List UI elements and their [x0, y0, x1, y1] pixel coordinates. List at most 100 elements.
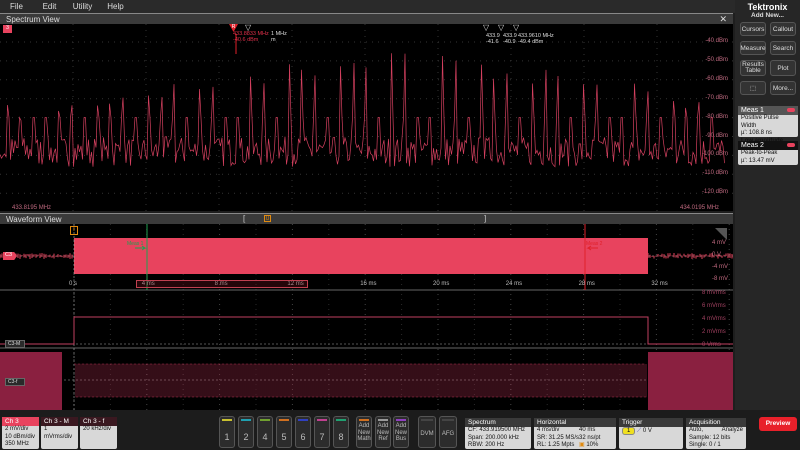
- channel-3-spectrum-tag[interactable]: 3: [3, 25, 12, 33]
- channel-4-button[interactable]: 4: [257, 416, 273, 448]
- zoom-window-overview[interactable]: [136, 280, 308, 288]
- spectrum-view-title: Spectrum View: [6, 15, 60, 24]
- meas1-type: Positive Pulse Width: [741, 115, 779, 129]
- more-button[interactable]: More...: [770, 81, 796, 95]
- meas1-badge[interactable]: Meas 1 Positive Pulse Width µ': 108.8 ns…: [738, 106, 798, 144]
- channel-1-button[interactable]: 1: [219, 416, 235, 448]
- marker-triangle-icon[interactable]: ▽: [513, 23, 519, 32]
- tektronix-logo: Tektronix: [747, 2, 788, 12]
- ch3-f-badge[interactable]: Ch 3 - f 20 kHz/div: [80, 417, 117, 449]
- spectrum-badge-title: Spectrum: [465, 418, 531, 427]
- dvm-button[interactable]: DVM: [418, 416, 436, 448]
- waveform-plot[interactable]: [0, 224, 733, 410]
- menu-file[interactable]: File: [0, 0, 33, 13]
- search-button[interactable]: Search: [770, 41, 796, 55]
- acquisition-badge[interactable]: Acquisition Auto, Analyze Sample: 12 bits…: [686, 418, 746, 449]
- meas2-label: Meas 2: [586, 241, 603, 247]
- ch3-f-noise-right: [648, 352, 733, 410]
- menu-bar: File Edit Utility Help: [0, 0, 800, 13]
- menu-utility[interactable]: Utility: [66, 0, 99, 13]
- trigger-position-icon: ▣: [579, 442, 585, 448]
- spectrum-y-tick: -110 dBm: [702, 170, 728, 177]
- add-new-ref-button[interactable]: Add New Ref: [375, 416, 391, 448]
- trigger-badge[interactable]: Trigger 1 ⟋ 0 V: [619, 418, 683, 449]
- menu-edit[interactable]: Edit: [33, 0, 66, 13]
- trigger-position: 10%: [586, 442, 599, 448]
- add-new-math-button[interactable]: Add New Math: [356, 416, 372, 448]
- waveform-view-titlebar: Waveform View: [0, 213, 733, 224]
- results-table-button[interactable]: Results Table: [740, 60, 766, 76]
- ch3-vscale: 2 mV/div: [5, 426, 29, 432]
- trigger-marker[interactable]: T: [70, 226, 78, 235]
- rbw: RBW: 200 Hz: [468, 442, 505, 448]
- math-m-tag[interactable]: C3-M: [5, 340, 25, 348]
- m-y-tick: 8 mVrms: [702, 290, 726, 296]
- zoom-bracket-left[interactable]: [: [243, 214, 245, 223]
- time-tick: 28 ms: [578, 281, 595, 287]
- m-y-tick: 6 mVrms: [702, 303, 726, 309]
- ch3-badge[interactable]: Ch 3 2 mV/div 10 dBm/div 350 MHz: [2, 417, 39, 449]
- menu-help[interactable]: Help: [99, 0, 132, 13]
- acquisition-title: Acquisition: [686, 418, 746, 427]
- marker-1-readout: 433.9 -41.6: [486, 33, 500, 45]
- cursors-button[interactable]: Cursors: [740, 22, 766, 36]
- ch3-dbm-scale: 10 dBm/div: [5, 433, 36, 440]
- channel-8-button[interactable]: 8: [333, 416, 349, 448]
- ch3-title: Ch 3: [2, 417, 39, 426]
- meas1-channel-indicator: [787, 108, 795, 112]
- callout-button[interactable]: Callout: [770, 22, 796, 36]
- spectrum-badge[interactable]: Spectrum CF: 433.919500 MHz Span: 200.00…: [465, 418, 531, 449]
- waveform-view-title: Waveform View: [6, 215, 62, 224]
- horizontal-badge[interactable]: Horizontal 4 ms/div 40 ms SR: 31.25 MS/s 3…: [534, 418, 616, 449]
- time-tick: 24 ms: [505, 281, 523, 287]
- afg-button[interactable]: AFG: [439, 416, 457, 448]
- channel-5-button[interactable]: 5: [276, 416, 292, 448]
- trigger-level: 0 V: [642, 428, 652, 434]
- right-panel: Tektronix Add New... Cursors Callout Mea…: [735, 0, 800, 410]
- marker-triangle-icon[interactable]: ▽: [245, 23, 251, 32]
- spectrum-view-titlebar: Spectrum View ✕: [0, 13, 733, 24]
- rising-edge-icon: ⟋: [637, 428, 642, 434]
- channel-7-button[interactable]: 7: [314, 416, 330, 448]
- ch3-m-scale: 1 mVrms/div: [44, 426, 73, 440]
- trigger-title: Trigger: [619, 418, 683, 427]
- meas2-badge[interactable]: Meas 2 Peak-to-Peak µ': 13.47 mV: [738, 141, 798, 165]
- ch3-bandwidth: 350 MHz: [5, 441, 30, 447]
- math-f-tag[interactable]: C3-f: [5, 378, 25, 386]
- channel-2-button[interactable]: 2: [238, 416, 254, 448]
- meas2-value: µ': 13.47 mV: [741, 157, 775, 164]
- horizontal-title: Horizontal: [534, 418, 616, 427]
- drag-zone-icon[interactable]: ⬚: [740, 81, 766, 95]
- channel-3-tag[interactable]: C3: [3, 252, 17, 260]
- ch3-f-title: Ch 3 - f: [80, 417, 117, 426]
- time-tick: 0 s: [69, 281, 78, 287]
- marker-2-readout: 433.9 -40.9: [503, 33, 517, 45]
- plot-button[interactable]: Plot: [770, 60, 796, 76]
- add-new-label: Add New...: [751, 12, 784, 19]
- spectrum-y-tick: -100 dBm: [701, 151, 728, 158]
- ch3-m-title: Ch 3 - M: [41, 417, 78, 426]
- add-new-bus-button[interactable]: Add New Bus: [393, 416, 409, 448]
- start-frequency: 433.8195 MHz: [12, 205, 52, 211]
- marker-triangle-icon[interactable]: ▽: [498, 23, 504, 32]
- marker-3-readout: 433.9610 MHz -49.4 dBm: [518, 33, 554, 45]
- zoom-bracket-right[interactable]: ]: [484, 214, 486, 223]
- spectrum-plot[interactable]: [0, 24, 733, 211]
- meas1-value: µ': 108.8 ns: [741, 130, 772, 136]
- marker-triangle-icon[interactable]: ▽: [483, 23, 489, 32]
- record-duration: 40 ms: [579, 427, 596, 433]
- measure-button[interactable]: Measure: [740, 41, 766, 55]
- sample-rate: SR: 31.25 MS/s: [537, 434, 580, 441]
- ch3-y-tick: 4 mV: [712, 240, 727, 246]
- marker-readout-extra: 1 MHz m: [271, 31, 287, 43]
- preview-button[interactable]: Preview: [759, 417, 797, 431]
- ch3-y-tick: -4 mV: [712, 264, 729, 270]
- trigger-position-icon[interactable]: U: [264, 215, 271, 222]
- meas1-label: Meas 1: [127, 241, 144, 247]
- reference-marker-readout: 433.8833 MHz -40.6 dBm: [233, 31, 269, 43]
- ch3-m-badge[interactable]: Ch 3 - M 1 mVrms/div: [41, 417, 78, 449]
- channel-6-button[interactable]: 6: [295, 416, 311, 448]
- trigger-source: 1: [622, 427, 636, 435]
- acquisition-mode: Auto,: [689, 427, 704, 433]
- ch3-y-tick: -8 mV: [712, 276, 729, 282]
